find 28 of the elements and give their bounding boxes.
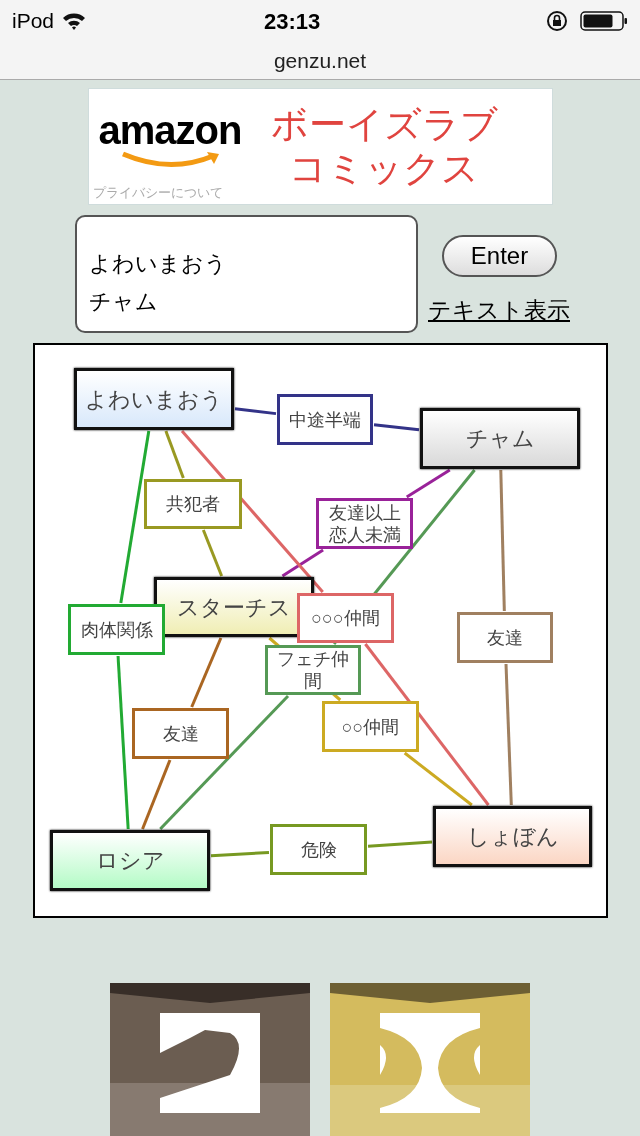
relation-label: フェチ仲間 xyxy=(265,645,361,695)
relation-label: 危険 xyxy=(270,824,367,875)
relation-label: ○○仲間 xyxy=(322,701,419,752)
relation-label: 共犯者 xyxy=(144,479,242,529)
person-node: よわいまおう xyxy=(74,368,234,430)
carrier-text: iPod xyxy=(12,8,55,35)
relation-label: 中途半端 xyxy=(277,394,373,445)
relation-label: ○○○仲間 xyxy=(297,593,394,643)
text-view-link[interactable]: テキスト表示 xyxy=(428,293,570,328)
ad-headline: ボーイズラブコミックス xyxy=(269,102,499,191)
url-text[interactable]: genzu.net xyxy=(273,44,367,77)
relation-label: 肉体関係 xyxy=(68,604,165,655)
clock-text: 23:13 xyxy=(264,7,321,36)
logo-text: amazon xyxy=(98,109,242,150)
app-icon[interactable] xyxy=(110,983,310,1136)
rotation-lock-icon xyxy=(546,10,568,32)
relation-label: 友達 xyxy=(132,708,229,759)
person-node: しょぼん xyxy=(433,806,592,867)
wifi-icon xyxy=(62,12,87,30)
ad-banner[interactable]: amazon プライバシーについて ボーイズラブコミックス xyxy=(87,88,553,205)
app-icon[interactable] xyxy=(330,983,530,1136)
person-node: ロシア xyxy=(50,830,210,891)
enter-button[interactable]: Enter xyxy=(442,235,557,277)
relation-label: 友達以上恋人未満 xyxy=(316,498,413,549)
battery-icon xyxy=(580,10,628,32)
text-input-field[interactable]: よわいまおう チャム xyxy=(75,215,418,333)
person-node: チャム xyxy=(420,408,580,469)
relation-label: 友達 xyxy=(457,612,553,663)
